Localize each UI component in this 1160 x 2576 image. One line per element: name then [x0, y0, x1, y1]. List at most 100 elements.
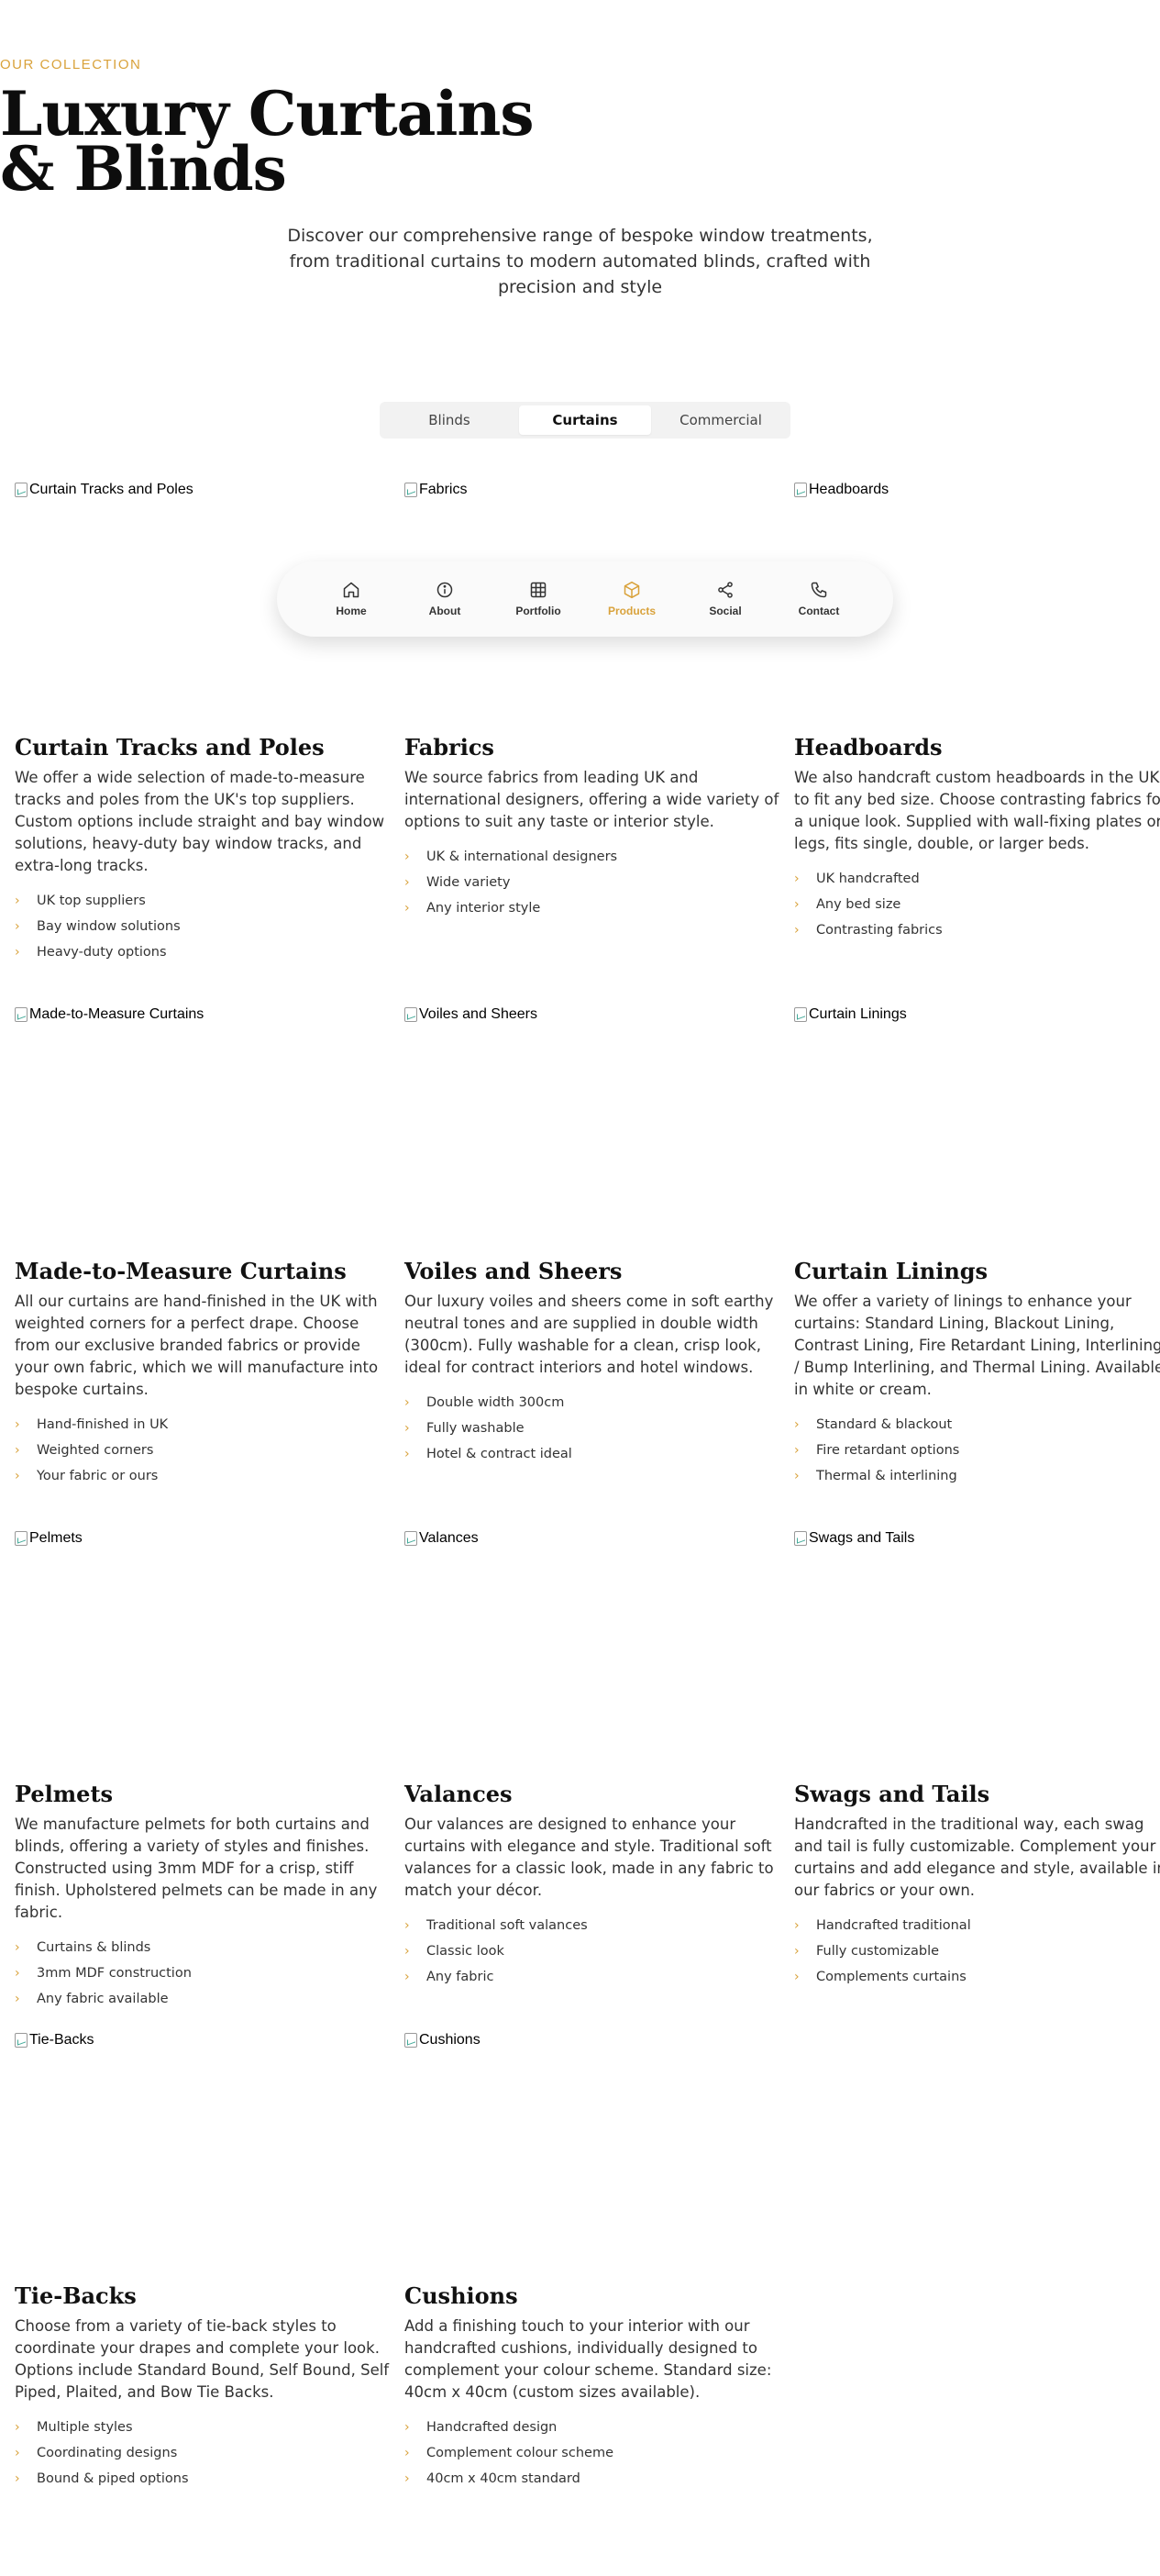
- feature-item: › Any fabric: [404, 1970, 494, 1984]
- product-card: Curtain Linings: [794, 1005, 1160, 1024]
- feature-item: › Contrasting fabrics: [794, 923, 943, 938]
- broken-image-icon: [15, 1007, 28, 1022]
- page-subtitle: Discover our comprehensive range of besp…: [287, 226, 873, 297]
- nav-contact[interactable]: Contact: [782, 581, 856, 617]
- tab-commercial[interactable]: Commercial: [655, 405, 787, 435]
- product-image: Curtain Tracks and Poles: [15, 481, 391, 499]
- product-image: Pelmets: [15, 1529, 391, 1548]
- chevron-right-icon: ›: [15, 2420, 20, 2435]
- product-info: Tie-Backs Choose from a variety of tie-b…: [15, 2282, 391, 2492]
- product-image: Swags and Tails: [794, 1529, 1160, 1548]
- feature-item: › Double width 300cm: [404, 1395, 565, 1410]
- feature-item: › Curtains & blinds: [15, 1940, 151, 1955]
- product-image-alt: Valances: [419, 1530, 479, 1546]
- chevron-right-icon: ›: [794, 1443, 800, 1458]
- feature-list: › UK handcrafted › Any bed size › Contrasti…: [794, 866, 1160, 943]
- box-icon: [624, 581, 640, 599]
- chevron-right-icon: ›: [404, 2471, 410, 2486]
- product-image: Tie-Backs: [15, 2031, 391, 2049]
- chevron-right-icon: ›: [404, 1944, 410, 1959]
- product-image-alt: Curtain Tracks and Poles: [29, 482, 193, 497]
- product-image-alt: Cushions: [419, 2032, 481, 2048]
- product-title: Valances: [404, 1781, 513, 1807]
- tab-curtains[interactable]: Curtains: [519, 405, 651, 435]
- broken-image-icon: [404, 2033, 417, 2048]
- chevron-right-icon: ›: [15, 894, 20, 908]
- category-tabs: Blinds Curtains Commercial: [380, 402, 790, 439]
- product-title: Curtain Tracks and Poles: [15, 734, 325, 761]
- section-eyebrow: OUR COLLECTION: [0, 57, 142, 72]
- product-image: Voiles and Sheers: [404, 1005, 780, 1024]
- product-image: Fabrics: [404, 481, 780, 499]
- product-title: Headboards: [794, 734, 943, 761]
- nav-portfolio[interactable]: Portfolio: [502, 581, 575, 617]
- product-description: We manufacture pelmets for both curtains…: [15, 1815, 378, 1921]
- product-info: Pelmets We manufacture pelmets for both …: [15, 1781, 391, 2012]
- chevron-right-icon: ›: [404, 2420, 410, 2435]
- feature-item: › Handcrafted traditional: [794, 1918, 971, 1933]
- product-description: We also handcraft custom headboards in t…: [794, 769, 1160, 852]
- chevron-right-icon: ›: [794, 1417, 800, 1432]
- nav-products[interactable]: Products: [595, 581, 668, 617]
- product-info: Made-to-Measure Curtains All our curtain…: [15, 1258, 391, 1489]
- tab-blinds[interactable]: Blinds: [383, 405, 515, 435]
- chevron-right-icon: ›: [404, 1421, 410, 1436]
- product-card: Headboards: [794, 481, 1160, 499]
- nav-label: Social: [709, 605, 742, 617]
- feature-item: › Any bed size: [794, 897, 901, 912]
- broken-image-icon: [404, 1007, 417, 1022]
- feature-item: › Standard & blackout: [794, 1417, 953, 1432]
- product-image-alt: Fabrics: [419, 482, 468, 497]
- feature-item: › Complement colour scheme: [404, 2446, 613, 2460]
- nav-home[interactable]: Home: [315, 581, 388, 617]
- feature-item: › Fully washable: [404, 1421, 525, 1436]
- product-card: Fabrics: [404, 481, 780, 499]
- chevron-right-icon: ›: [794, 1918, 800, 1933]
- chevron-right-icon: ›: [794, 1970, 800, 1984]
- product-title: Curtain Linings: [794, 1258, 989, 1284]
- chevron-right-icon: ›: [15, 945, 20, 960]
- feature-item: › Any interior style: [404, 901, 541, 916]
- product-card: Made-to-Measure Curtains: [15, 1005, 391, 1024]
- broken-image-icon: [15, 483, 28, 497]
- product-image: Cushions: [404, 2031, 780, 2049]
- feature-item: › Hotel & contract ideal: [404, 1447, 572, 1461]
- chevron-right-icon: ›: [794, 1944, 800, 1959]
- chevron-right-icon: ›: [794, 872, 800, 886]
- product-title: Tie-Backs: [15, 2282, 137, 2309]
- home-icon: [343, 582, 359, 598]
- chevron-right-icon: ›: [15, 1940, 20, 1955]
- product-image: Valances: [404, 1529, 780, 1548]
- broken-image-icon: [794, 1007, 807, 1022]
- phone-icon: [811, 582, 827, 598]
- nav-label: About: [428, 605, 461, 617]
- page-title: Luxury Curtains & Blinds: [0, 83, 1160, 199]
- feature-item: › Fire retardant options: [794, 1443, 960, 1458]
- product-card: Tie-Backs: [15, 2031, 391, 2049]
- feature-list: › Curtains & blinds › 3mm MDF construction…: [15, 1935, 391, 2012]
- feature-item: › Your fabric or ours: [15, 1469, 159, 1483]
- feature-list: › UK & international designers › Wide vari…: [404, 844, 780, 921]
- chevron-right-icon: ›: [794, 923, 800, 938]
- product-image-alt: Swags and Tails: [809, 1530, 915, 1546]
- product-description: Add a finishing touch to your interior w…: [404, 2317, 772, 2401]
- chevron-right-icon: ›: [404, 1447, 410, 1461]
- chevron-right-icon: ›: [794, 1469, 800, 1483]
- feature-item: › 40cm x 40cm standard: [404, 2471, 580, 2486]
- feature-item: › Bound & piped options: [15, 2471, 189, 2486]
- product-image: Made-to-Measure Curtains: [15, 1005, 391, 1024]
- broken-image-icon: [15, 1531, 28, 1546]
- nav-social[interactable]: Social: [689, 581, 762, 617]
- chevron-right-icon: ›: [15, 2471, 20, 2486]
- feature-item: › Heavy-duty options: [15, 945, 167, 960]
- feature-list: › UK top suppliers › Bay window solutions …: [15, 888, 391, 965]
- nav-label: Contact: [798, 605, 840, 617]
- nav-about[interactable]: About: [408, 581, 481, 617]
- product-description: We offer a variety of linings to enhance…: [794, 1293, 1160, 1398]
- feature-list: › Hand-finished in UK › Weighted corners ›…: [15, 1412, 391, 1489]
- product-image-alt: Tie-Backs: [29, 2032, 94, 2048]
- feature-list: › Handcrafted traditional › Fully customiz…: [794, 1913, 1160, 1990]
- chevron-right-icon: ›: [404, 901, 410, 916]
- feature-item: › Any fabric available: [15, 1992, 169, 2006]
- product-image-alt: Pelmets: [29, 1530, 83, 1546]
